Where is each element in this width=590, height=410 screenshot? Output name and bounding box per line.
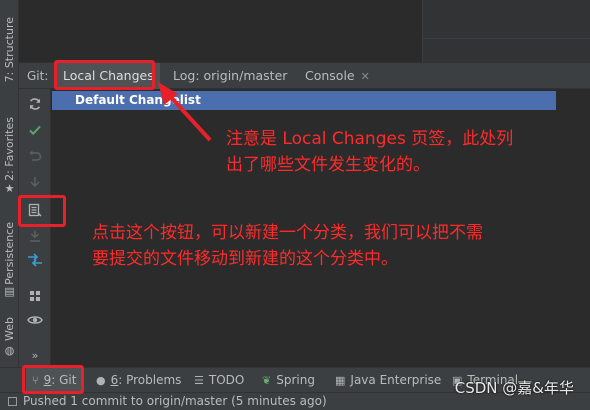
annotation-note-1: 注意是 Local Changes 页签，此处列 出了哪些文件发生变化的。 — [226, 126, 513, 178]
annotation-note-2: 点击这个按钮，可以新建一个分类，我们可以把不需 要提交的文件移动到新建的这个分类… — [92, 220, 483, 272]
watermark: CSDN @嘉&年华 — [454, 379, 574, 397]
annotation-note-1-line-1: 注意是 Local Changes 页签，此处列 — [226, 129, 514, 149]
annotation-note-2-line-1: 点击这个按钮，可以新建一个分类，我们可以把不需 — [92, 223, 483, 243]
annotation-note-2-line-2: 要提交的文件移动到新建的这个分类中。 — [92, 249, 398, 269]
annotation-note-1-line-2: 出了哪些文件发生变化的。 — [226, 155, 430, 175]
annotation-arrow — [158, 82, 212, 142]
